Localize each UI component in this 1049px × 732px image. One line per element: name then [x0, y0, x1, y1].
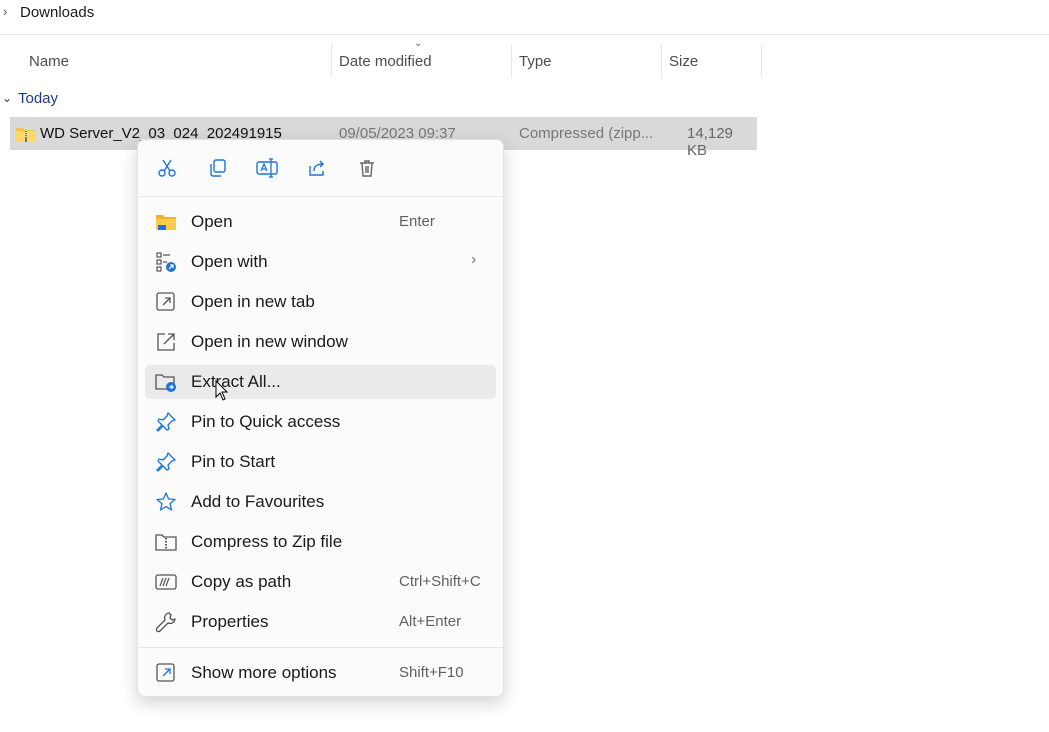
menu-item-extract-all[interactable]: Extract All...	[145, 365, 496, 399]
menu-item-show-more-options[interactable]: Show more options Shift+F10	[145, 656, 496, 690]
menu-item-label: Open in new window	[191, 332, 348, 351]
wrench-icon	[155, 611, 177, 633]
breadcrumb-downloads[interactable]: Downloads	[20, 4, 94, 21]
menu-item-pin-quick-access[interactable]: Pin to Quick access	[145, 405, 496, 439]
menu-item-open-new-window[interactable]: Open in new window	[145, 325, 496, 359]
menu-item-label: Pin to Start	[191, 452, 276, 471]
mouse-pointer-icon	[215, 379, 229, 407]
copy-path-icon	[155, 571, 177, 593]
menu-item-label: Open with	[191, 252, 268, 271]
new-tab-icon	[155, 291, 177, 313]
new-window-icon	[155, 331, 177, 353]
pin-icon	[155, 411, 177, 433]
chevron-right-icon: ›	[471, 251, 477, 268]
open-with-icon	[155, 251, 177, 273]
cut-icon	[158, 159, 176, 177]
menu-item-label: Properties	[191, 612, 269, 631]
zip-folder-icon	[16, 126, 36, 147]
pin-icon	[155, 451, 177, 473]
menu-item-label: Compress to Zip file	[191, 532, 343, 551]
chevron-down-icon[interactable]: ⌄	[2, 91, 12, 105]
share-icon	[309, 160, 324, 176]
menu-item-shortcut: Enter	[399, 213, 435, 230]
extract-icon	[155, 371, 177, 393]
star-icon	[155, 491, 177, 513]
menu-item-label: Add to Favourites	[191, 492, 325, 511]
menu-item-shortcut: Shift+F10	[399, 664, 464, 681]
menu-item-add-favourites[interactable]: Add to Favourites	[145, 485, 496, 519]
zip-icon	[155, 531, 177, 553]
menu-item-compress-zip[interactable]: Compress to Zip file	[145, 525, 496, 559]
rename-button[interactable]	[253, 154, 281, 182]
quick-actions-bar	[138, 140, 503, 197]
column-separator[interactable]	[331, 44, 332, 78]
delete-button[interactable]	[353, 154, 381, 182]
menu-item-properties[interactable]: Properties Alt+Enter	[145, 605, 496, 639]
rename-icon	[256, 158, 278, 178]
column-separator[interactable]	[511, 44, 512, 78]
more-options-icon	[155, 662, 177, 684]
breadcrumb: › Downloads	[0, 0, 1049, 35]
menu-item-shortcut: Ctrl+Shift+C	[399, 573, 481, 590]
menu-item-shortcut: Alt+Enter	[399, 613, 462, 630]
column-header-name[interactable]: Name	[29, 44, 69, 78]
menu-item-pin-start[interactable]: Pin to Start	[145, 445, 496, 479]
menu-item-open-with[interactable]: Open with ›	[145, 245, 496, 279]
menu-item-label: Show more options	[191, 663, 337, 682]
delete-icon	[360, 160, 374, 177]
column-header-type[interactable]: Type	[519, 44, 552, 78]
column-header-size[interactable]: Size	[669, 44, 698, 78]
column-separator[interactable]	[761, 44, 762, 78]
folder-icon	[155, 211, 177, 233]
menu-item-label: Open	[191, 212, 233, 231]
menu-item-label: Extract All...	[191, 372, 281, 391]
file-size: 14,129 KB	[687, 125, 733, 159]
copy-button[interactable]	[203, 154, 231, 182]
menu-item-copy-path[interactable]: Copy as path Ctrl+Shift+C	[145, 565, 496, 599]
menu-item-label: Open in new tab	[191, 292, 315, 311]
cut-button[interactable]	[153, 154, 181, 182]
share-button[interactable]	[303, 154, 331, 182]
column-header-date[interactable]: Date modified	[339, 44, 432, 78]
menu-divider	[138, 647, 503, 648]
menu-item-label: Pin to Quick access	[191, 412, 341, 431]
column-header-bar: Name ⌄ Date modified Type Size	[0, 38, 770, 78]
file-type: Compressed (zipp...	[519, 125, 654, 142]
context-menu: Open Enter Open with › Open in new tab O…	[137, 139, 504, 697]
column-separator[interactable]	[661, 44, 662, 78]
group-label: Today	[18, 90, 59, 107]
chevron-right-icon[interactable]: ›	[3, 4, 7, 19]
menu-item-label: Copy as path	[191, 572, 292, 591]
menu-item-open-new-tab[interactable]: Open in new tab	[145, 285, 496, 319]
menu-item-open[interactable]: Open Enter	[145, 205, 496, 239]
copy-icon	[210, 159, 226, 177]
